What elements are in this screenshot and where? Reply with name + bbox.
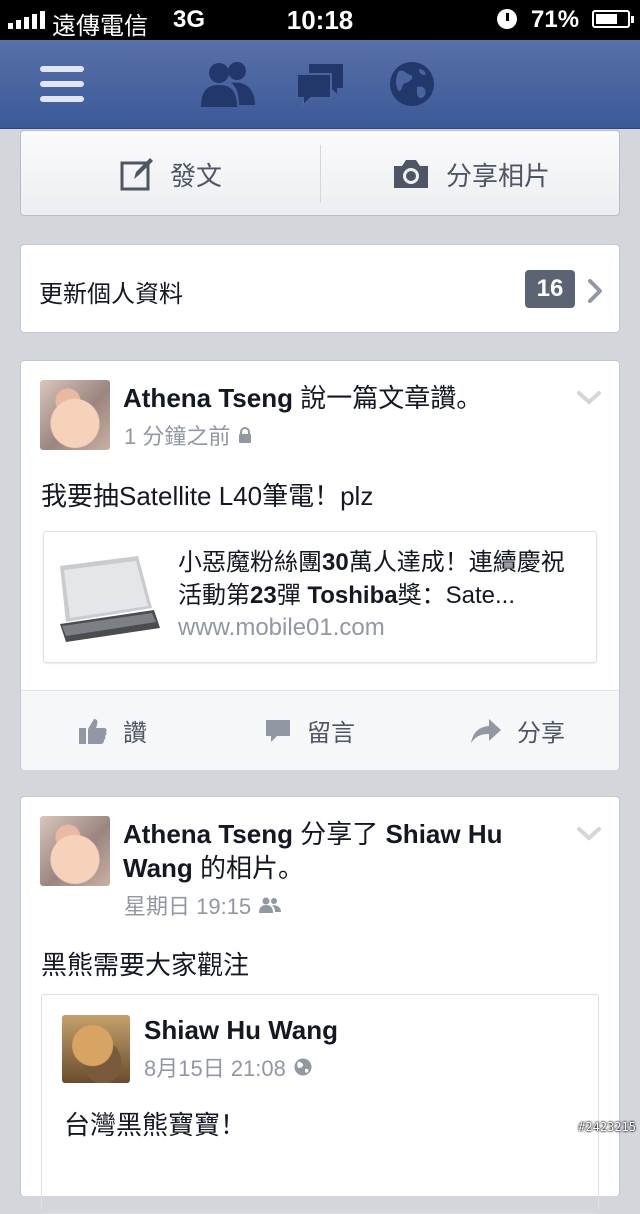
chevron-right-icon — [588, 279, 602, 303]
lock-privacy-icon — [239, 427, 252, 443]
nav-bar — [0, 40, 640, 129]
thumbs-up-icon — [79, 718, 107, 744]
watermark: #2423215 — [578, 1120, 636, 1134]
post-meta: 1 分鐘之前 — [124, 419, 252, 451]
count-badge: 16 — [525, 270, 575, 308]
post-action: 分享了 — [300, 819, 379, 849]
shared-text: 台灣黑熊寶寶！ — [64, 1110, 247, 1140]
camera-icon — [393, 160, 428, 188]
post-actions-bar: 讚 留言 分享 — [21, 690, 619, 770]
battery-percent: 71% — [531, 6, 580, 33]
chevron-down-icon[interactable] — [577, 391, 601, 405]
post-status-label: 發文 — [169, 160, 222, 191]
chevron-down-icon[interactable] — [577, 827, 601, 841]
composer-bar: 發文 分享相片 — [20, 130, 620, 216]
comment-button[interactable]: 留言 — [265, 691, 355, 770]
author-avatar[interactable] — [40, 380, 110, 450]
post-meta: 星期日 19:15 — [124, 889, 282, 921]
friend-requests-icon[interactable] — [196, 40, 260, 128]
shared-link-card[interactable]: 小惡魔粉絲團30萬人達成！連續慶祝活動第23彈 Toshiba獎：Sate...… — [43, 531, 597, 663]
comment-label: 留言 — [307, 720, 355, 747]
link-title: 小惡魔粉絲團30萬人達成！連續慶祝活動第23彈 Toshiba獎：Sate... — [178, 549, 565, 609]
like-button[interactable]: 讚 — [79, 691, 147, 770]
feed-post: Athena Tseng 說一篇文章讚。 1 分鐘之前 我要抽Satellite… — [20, 360, 620, 770]
post-text: 我要抽Satellite L40筆電！plz — [41, 481, 374, 511]
share-photo-button[interactable]: 分享相片 — [321, 131, 621, 217]
status-bar: 遠傳電信 3G 10:18 71% — [0, 0, 640, 40]
update-profile-row[interactable]: 更新個人資料 16 — [20, 244, 620, 333]
battery-icon — [592, 10, 634, 28]
share-button[interactable]: 分享 — [471, 691, 565, 770]
post-time[interactable]: 1 分鐘之前 — [124, 419, 230, 451]
post-time[interactable]: 星期日 19:15 — [124, 889, 251, 921]
post-headline: Athena Tseng 分享了 Shiaw Hu Wang 的相片。 — [123, 817, 563, 885]
messages-icon[interactable] — [288, 40, 352, 128]
link-thumbnail — [60, 546, 160, 646]
feed-post: Athena Tseng 分享了 Shiaw Hu Wang 的相片。 星期日 … — [20, 796, 620, 1214]
author-name[interactable]: Athena Tseng — [123, 383, 293, 413]
share-label: 分享 — [517, 720, 565, 747]
share-arrow-icon — [471, 718, 501, 743]
menu-icon[interactable] — [30, 40, 94, 128]
shared-time[interactable]: 8月15日 21:08 — [144, 1051, 286, 1083]
notifications-globe-icon[interactable] — [380, 40, 444, 128]
shared-author-avatar[interactable] — [62, 1015, 130, 1083]
friends-privacy-icon — [259, 897, 282, 913]
post-action-suffix: 的相片。 — [200, 853, 305, 883]
post-text: 黑熊需要大家觀注 — [41, 950, 250, 980]
alarm-clock-icon — [497, 9, 517, 29]
update-profile-label: 更新個人資料 — [39, 281, 183, 308]
share-photo-label: 分享相片 — [445, 160, 550, 191]
public-globe-icon — [294, 1058, 312, 1076]
post-status-button[interactable]: 發文 — [21, 131, 321, 217]
comment-icon — [266, 719, 290, 742]
post-action: 說一篇文章讚。 — [300, 383, 483, 413]
shared-meta: 8月15日 21:08 — [144, 1051, 312, 1083]
author-name[interactable]: Athena Tseng — [123, 819, 293, 849]
link-url: www.mobile01.com — [178, 614, 385, 641]
like-label: 讚 — [123, 720, 147, 747]
shared-photo-card[interactable]: Shiaw Hu Wang 8月15日 21:08 台灣黑熊寶寶！ — [41, 994, 599, 1214]
shared-author-name[interactable]: Shiaw Hu Wang — [144, 1015, 338, 1046]
edit-icon — [120, 158, 153, 191]
author-avatar[interactable] — [40, 816, 110, 886]
post-headline: Athena Tseng 說一篇文章讚。 — [123, 381, 563, 415]
